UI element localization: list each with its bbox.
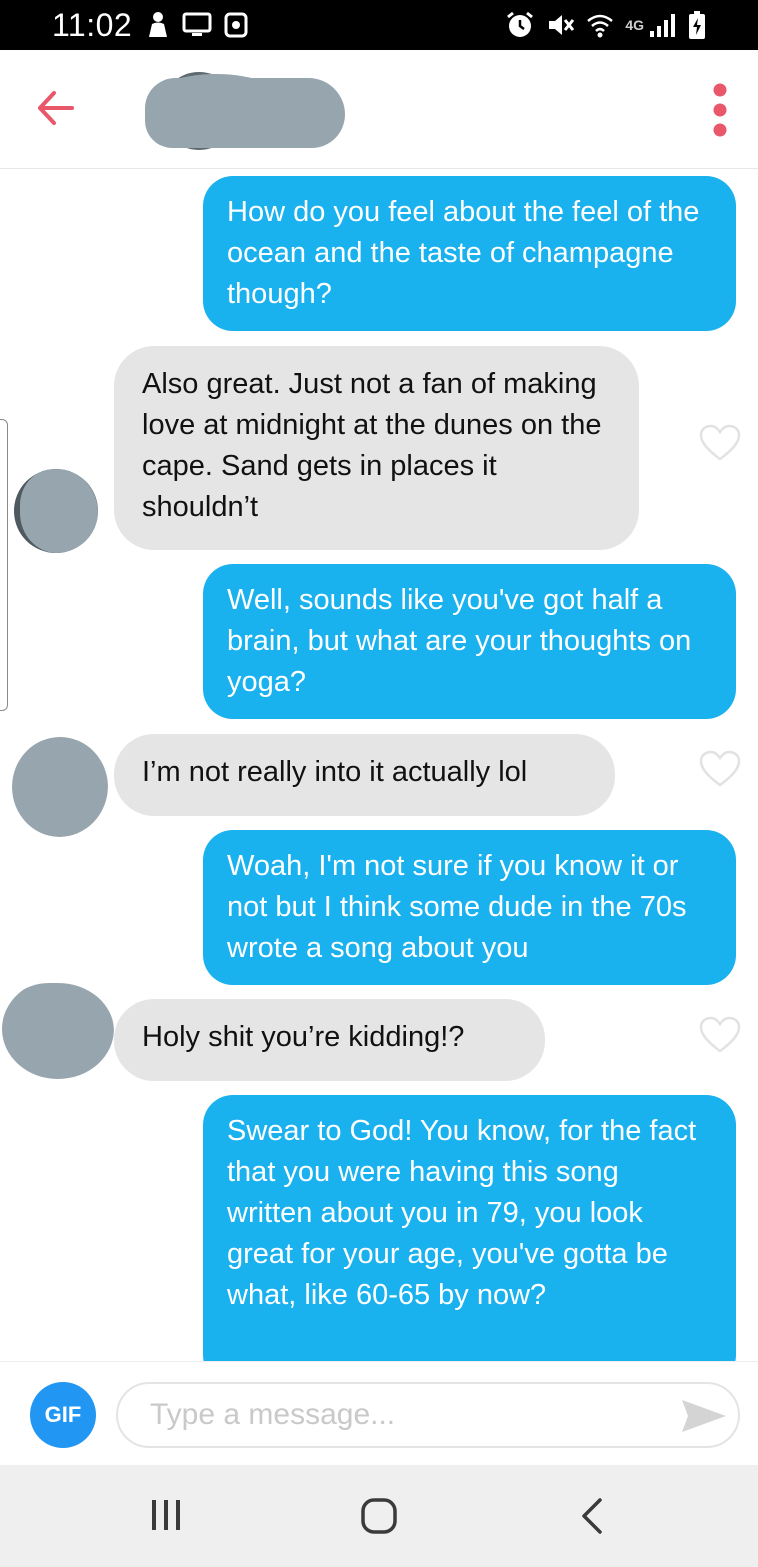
alarm-icon [507, 11, 534, 37]
sender-avatar[interactable] [2, 979, 114, 1079]
cast-screen-icon [182, 12, 212, 36]
incoming-message[interactable]: Also great. Just not a fan of making lov… [114, 346, 639, 550]
outgoing-message[interactable]: Well, sounds like you've got half a brai… [203, 564, 736, 719]
status-bar: 11:02 4G [0, 0, 758, 50]
sender-avatar[interactable] [12, 737, 108, 837]
recent-apps-icon[interactable] [148, 1497, 184, 1533]
back-arrow-icon[interactable] [34, 86, 78, 130]
heart-like-icon[interactable] [699, 424, 741, 462]
outgoing-message[interactable]: How do you feel about the feel of the oc… [203, 176, 736, 331]
outgoing-message[interactable]: Swear to God! You know, for the fact tha… [203, 1095, 736, 1361]
outgoing-message[interactable]: Woah, I'm not sure if you know it or not… [203, 830, 736, 985]
wifi-icon [587, 14, 614, 38]
home-icon[interactable] [360, 1497, 398, 1535]
app-notification-icon [224, 12, 248, 38]
network-type-label: 4G [625, 17, 644, 33]
gif-button[interactable]: GIF [30, 1382, 96, 1448]
status-right-icons: 4G [505, 8, 706, 42]
sender-avatar[interactable] [14, 469, 98, 553]
send-arrow-icon[interactable] [680, 1396, 728, 1436]
battery-charging-icon [689, 11, 705, 39]
android-nav-bar [0, 1465, 758, 1567]
side-panel-handle[interactable] [0, 419, 8, 711]
notification-person-icon [149, 12, 167, 37]
chat-header [0, 50, 758, 169]
vertical-dots-menu-icon[interactable] [706, 82, 734, 138]
message-composer: GIF [0, 1361, 758, 1466]
message-list[interactable]: How do you feel about the feel of the oc… [0, 169, 758, 1361]
status-left-icons [146, 10, 248, 40]
redaction-blur [146, 74, 286, 132]
heart-like-icon[interactable] [699, 750, 741, 788]
heart-like-icon[interactable] [699, 1016, 741, 1054]
incoming-message[interactable]: Holy shit you’re kidding!? [114, 999, 545, 1081]
status-time: 11:02 [52, 7, 133, 43]
incoming-message[interactable]: I’m not really into it actually lol [114, 734, 615, 816]
message-input[interactable] [116, 1382, 740, 1448]
signal-strength-icon [650, 14, 675, 37]
back-chevron-icon[interactable] [578, 1497, 608, 1535]
mute-icon [549, 15, 575, 35]
